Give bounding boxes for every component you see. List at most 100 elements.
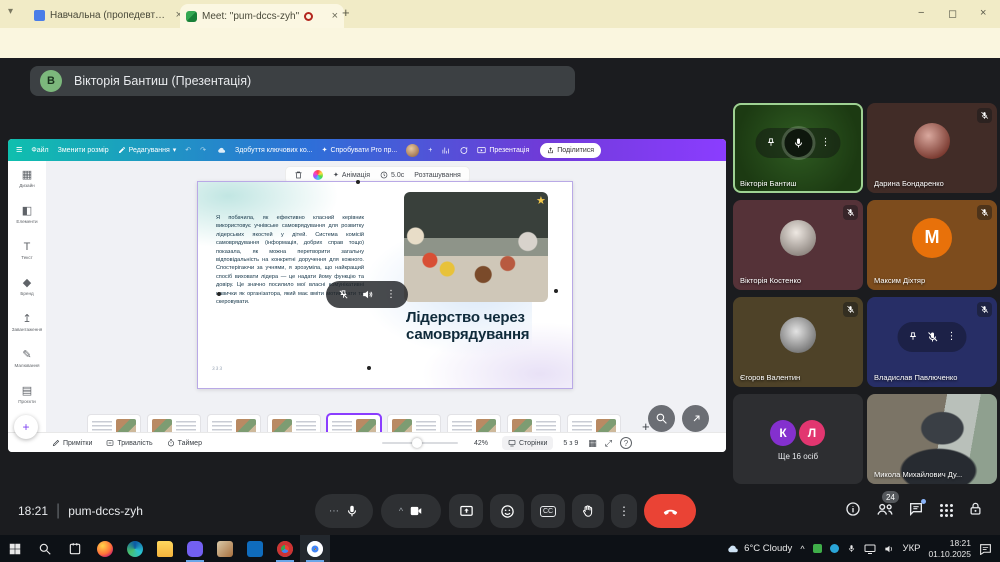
tray-app-icon[interactable] bbox=[830, 544, 839, 553]
activities-button[interactable] bbox=[940, 504, 953, 517]
defender-shield-icon[interactable] bbox=[813, 544, 822, 553]
sidebar-item-text[interactable]: TТекст bbox=[8, 233, 46, 269]
taskbar-clock[interactable]: 18:21 01.10.2025 bbox=[928, 538, 971, 559]
slide-title-text[interactable]: Лідерство через самоврядування bbox=[406, 310, 570, 344]
tile-more-options-kebab-icon[interactable]: ⋮ bbox=[386, 289, 396, 300]
language-indicator[interactable]: УКР bbox=[903, 543, 921, 554]
help-button[interactable]: ? bbox=[620, 437, 632, 449]
new-tab-button[interactable]: + bbox=[342, 5, 350, 20]
tile-more-participants[interactable]: К Л Ще 16 осіб bbox=[733, 394, 863, 484]
tray-expand-icon[interactable]: ^ bbox=[800, 544, 804, 554]
tile-kebab-icon[interactable]: ⋮ bbox=[947, 331, 957, 342]
taskbar-explorer-icon[interactable] bbox=[150, 535, 180, 562]
tile-mykola-video[interactable]: Микола Михайлович Ду... bbox=[867, 394, 997, 484]
selection-handle[interactable] bbox=[217, 292, 221, 296]
tile-vladyslav-pavliuchenko[interactable]: ⋮ Владислав Павлюченко bbox=[867, 297, 997, 387]
position-button[interactable]: Розташування bbox=[414, 172, 461, 179]
notes-button[interactable]: Примітки bbox=[52, 439, 92, 447]
animate-button[interactable]: ✦ Анімація bbox=[333, 171, 370, 179]
selection-handle[interactable] bbox=[356, 180, 360, 184]
duration-status-button[interactable]: Тривалість bbox=[106, 439, 152, 447]
tile-kebab-icon[interactable]: ⋮ bbox=[821, 137, 831, 148]
present-now-button[interactable] bbox=[449, 494, 483, 528]
camera-button[interactable]: ^ bbox=[381, 494, 441, 528]
reactions-button[interactable] bbox=[490, 494, 524, 528]
presentation-expand-button[interactable] bbox=[682, 405, 709, 432]
zoom-slider-knob[interactable] bbox=[412, 438, 422, 448]
pin-icon[interactable] bbox=[908, 331, 919, 342]
canva-menu-icon[interactable]: ≡ bbox=[16, 144, 22, 156]
canva-resize-button[interactable]: Зменити розмір bbox=[58, 147, 109, 154]
raise-hand-button[interactable] bbox=[572, 494, 604, 528]
selection-handle[interactable] bbox=[367, 366, 371, 370]
window-maximize-button[interactable]: ◻ bbox=[948, 7, 957, 20]
tab-classroom[interactable]: Навчальна (пропедевтична) × bbox=[28, 4, 188, 26]
participants-button[interactable]: 24 bbox=[876, 501, 894, 517]
insights-icon[interactable] bbox=[441, 146, 450, 155]
tab-search-chevron-icon[interactable]: ▾ bbox=[8, 6, 13, 17]
taskbar-chrome-icon[interactable] bbox=[300, 535, 330, 562]
weather-widget[interactable]: 6°C Cloudy bbox=[724, 543, 792, 554]
slide-photo[interactable] bbox=[404, 192, 548, 302]
pages-button[interactable]: Сторінки bbox=[502, 436, 553, 450]
host-controls-button[interactable] bbox=[968, 501, 983, 517]
comment-icon[interactable] bbox=[459, 146, 468, 155]
zoom-slider[interactable] bbox=[382, 442, 458, 444]
sidebar-item-elements[interactable]: ◧Елементи bbox=[8, 197, 46, 233]
tile-maksym-dikhtiar[interactable]: М Максим Діхтяр bbox=[867, 200, 997, 290]
unpin-icon[interactable] bbox=[338, 289, 349, 300]
tile-daryna-bondarenko[interactable]: Дарина Бондаренко bbox=[867, 103, 997, 193]
canva-share-button[interactable]: Поділитися bbox=[540, 143, 601, 158]
taskbar-outlook-icon[interactable] bbox=[240, 535, 270, 562]
grid-view-icon[interactable]: ▦ bbox=[588, 438, 597, 449]
end-call-button[interactable] bbox=[644, 494, 696, 528]
meeting-details-button[interactable] bbox=[845, 501, 861, 517]
chat-button[interactable] bbox=[908, 501, 924, 517]
canva-assistant-button[interactable]: + bbox=[14, 415, 38, 439]
canva-editing-mode[interactable]: Редагування ▾ bbox=[118, 146, 177, 154]
tile-yehorov-valentyn[interactable]: Єгоров Валентин bbox=[733, 297, 863, 387]
taskbar-notes-icon[interactable] bbox=[210, 535, 240, 562]
mic-options-icon[interactable]: ⋯ bbox=[329, 506, 339, 517]
redo-icon[interactable]: ↷ bbox=[200, 146, 206, 154]
sidebar-item-draw[interactable]: ✎Малювання bbox=[8, 341, 46, 377]
mic-button[interactable]: ⋯ bbox=[315, 494, 373, 528]
delete-icon[interactable] bbox=[294, 170, 303, 180]
window-minimize-button[interactable]: − bbox=[918, 7, 924, 19]
window-close-button[interactable]: × bbox=[980, 7, 986, 19]
canva-present-button[interactable]: Презентація bbox=[477, 146, 529, 155]
canva-file-menu[interactable]: Файл bbox=[31, 147, 48, 154]
mic-active-indicator[interactable] bbox=[785, 129, 813, 157]
tray-volume-icon[interactable] bbox=[884, 544, 895, 554]
sidebar-item-design[interactable]: ▦Дизайн bbox=[8, 161, 46, 197]
captions-button[interactable]: CC bbox=[531, 494, 565, 528]
taskbar-chrome-profile2-icon[interactable] bbox=[270, 535, 300, 562]
sidebar-item-projects[interactable]: ▤Проєкти bbox=[8, 377, 46, 413]
tab-close-icon[interactable]: × bbox=[332, 10, 338, 22]
pin-icon[interactable] bbox=[766, 137, 777, 148]
volume-icon[interactable] bbox=[361, 288, 374, 301]
tab-meet[interactable]: Meet: "pum-dccs-zyh" × bbox=[180, 4, 344, 28]
taskbar-edge-icon[interactable] bbox=[120, 535, 150, 562]
tray-mic-icon[interactable] bbox=[847, 543, 856, 554]
timer-button[interactable]: Таймер bbox=[167, 439, 202, 447]
presentation-zoom-button[interactable] bbox=[648, 405, 675, 432]
fullscreen-icon[interactable]: ⤢ bbox=[605, 438, 612, 449]
sidebar-item-brand[interactable]: ◆Бренд bbox=[8, 269, 46, 305]
more-options-button[interactable]: ⋮ bbox=[611, 494, 637, 528]
selection-handle[interactable] bbox=[554, 289, 558, 293]
start-button[interactable] bbox=[0, 535, 30, 562]
taskbar-viber-icon[interactable] bbox=[180, 535, 210, 562]
canva-pro-button[interactable]: ✦ Спробувати Pro пр... bbox=[322, 146, 398, 154]
tile-viktoriia-bantysh[interactable]: ⋮ Вікторія Бантиш bbox=[733, 103, 863, 193]
tray-display-icon[interactable] bbox=[864, 544, 876, 554]
task-view-button[interactable] bbox=[60, 535, 90, 562]
taskbar-search-button[interactable] bbox=[30, 535, 60, 562]
canva-user-avatar[interactable] bbox=[406, 144, 419, 157]
sidebar-item-uploads[interactable]: ↥Завантаження bbox=[8, 305, 46, 341]
duration-button[interactable]: 5.0с bbox=[380, 171, 404, 179]
color-wheel-icon[interactable] bbox=[313, 170, 323, 180]
mic-off-icon[interactable] bbox=[927, 331, 939, 343]
taskbar-firefox-icon[interactable] bbox=[90, 535, 120, 562]
notification-center-icon[interactable] bbox=[979, 543, 992, 555]
